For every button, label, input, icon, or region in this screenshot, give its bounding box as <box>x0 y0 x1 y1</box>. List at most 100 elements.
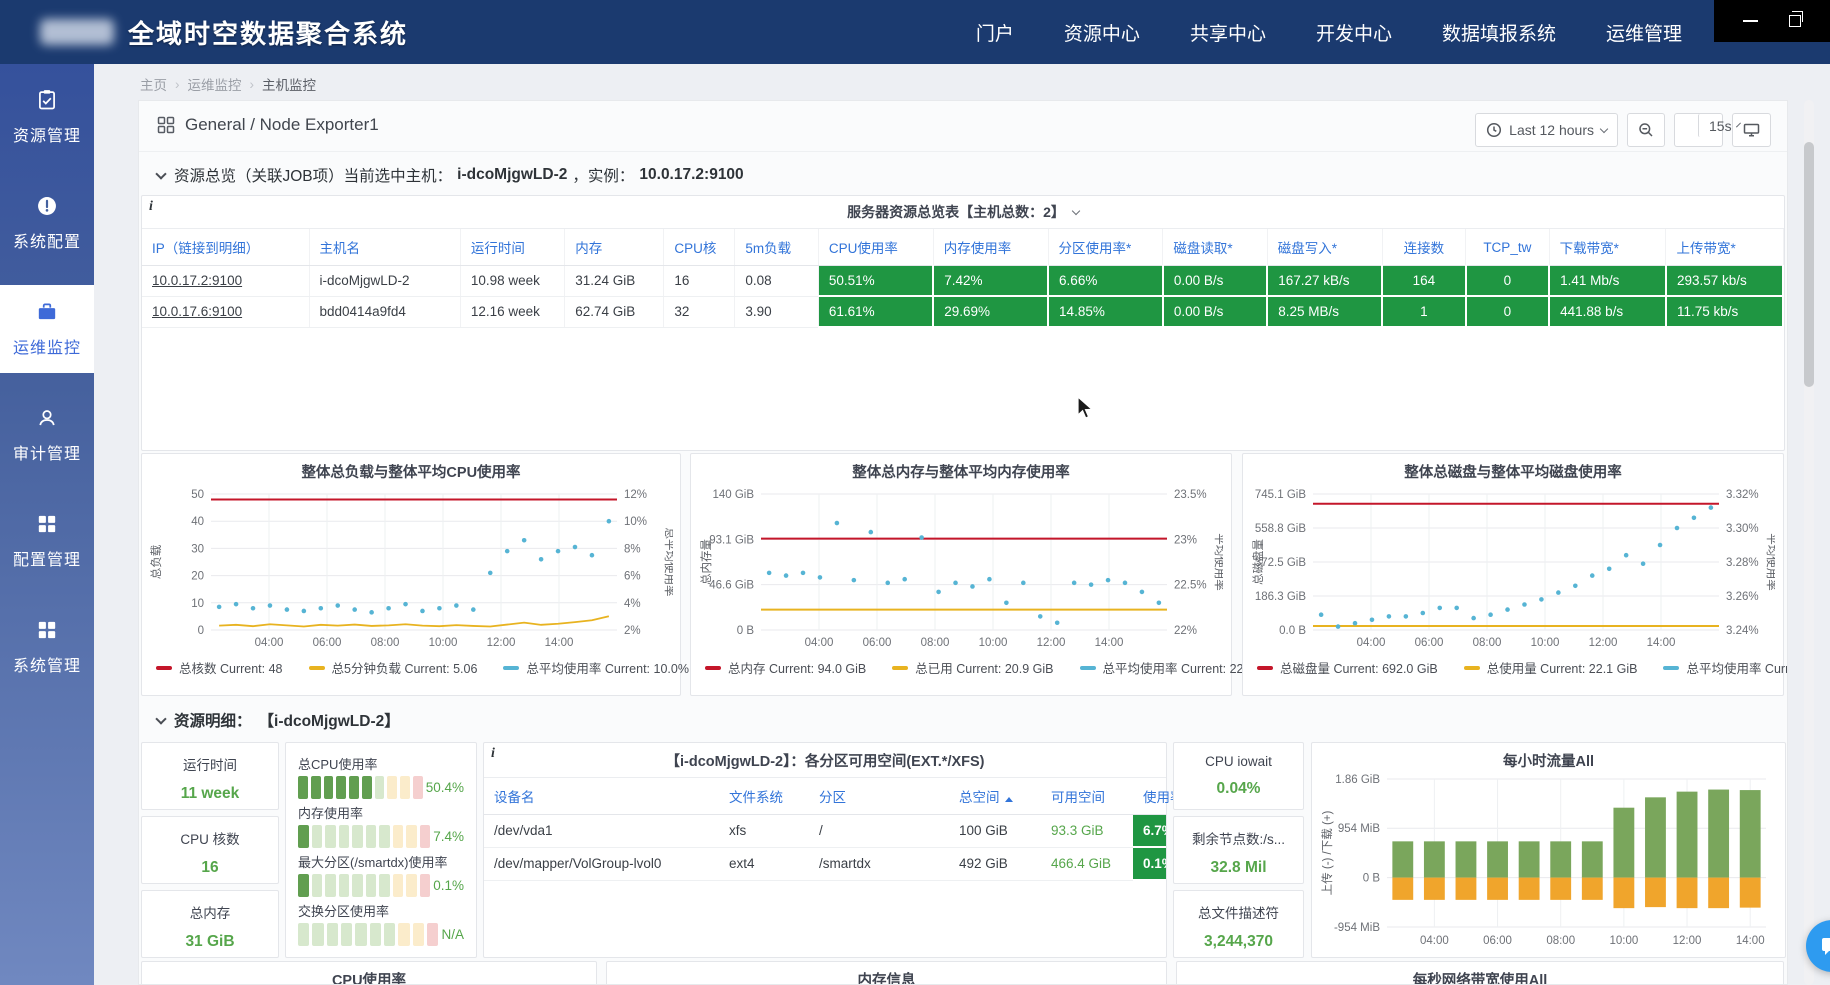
scrollbar[interactable] <box>1804 100 1814 985</box>
server-table-header[interactable]: 主机名 <box>309 229 460 266</box>
svg-text:06:00: 06:00 <box>1415 637 1444 649</box>
chevron-down-icon[interactable] <box>1072 207 1080 215</box>
minimize-icon[interactable] <box>1743 20 1758 22</box>
gauge-label: 交换分区使用率 <box>298 901 464 920</box>
sidebar-item-0[interactable]: 资源管理 <box>0 64 94 170</box>
sidebar-item-5[interactable]: 系统管理 <box>0 594 94 700</box>
server-table-header[interactable]: 运行时间 <box>460 229 564 266</box>
server-table-header[interactable]: 内存 <box>565 229 664 266</box>
nav-item-share-center[interactable]: 共享中心 <box>1190 19 1266 46</box>
sort-asc-icon <box>1005 797 1013 802</box>
sidebar-item-3[interactable]: 审计管理 <box>0 382 94 488</box>
nav-item-data-report[interactable]: 数据填报系统 <box>1442 19 1556 46</box>
collapse-chevron-icon <box>155 168 166 179</box>
gauge-segment <box>370 923 381 946</box>
cpu-load-chart[interactable]: 010203040502%4%6%8%10%12%04:0006:0008:00… <box>149 484 673 656</box>
hourly-traffic-chart[interactable]: -954 MiB0 B954 MiB1.86 GiB04:0006:0008:0… <box>1319 771 1778 953</box>
table-cell: 11.75 kb/s <box>1666 296 1783 327</box>
disk-chart[interactable]: 0.0 B186.3 GiB372.5 GiB558.8 GiB745.1 Gi… <box>1251 484 1775 656</box>
display-mode-button[interactable] <box>1732 113 1771 147</box>
sidebar-item-1[interactable]: 系统配置 <box>0 170 94 276</box>
scrollbar-thumb[interactable] <box>1804 142 1814 387</box>
legend-label: 总5分钟负载 Current: 5.06 <box>332 658 478 677</box>
time-range-picker[interactable]: Last 12 hours <box>1475 113 1618 147</box>
sidebar-item-label: 系统管理 <box>13 652 81 676</box>
server-table-header[interactable]: 上传带宽* <box>1666 229 1783 266</box>
server-table-row: 10.0.17.6:9100bdd0414a9fd412.16 week62.7… <box>142 296 1783 327</box>
server-table-header[interactable]: 分区使用率* <box>1048 229 1163 266</box>
gauge-segment <box>413 923 424 946</box>
server-table-header[interactable]: 磁盘写入* <box>1267 229 1382 266</box>
detail-section-header[interactable]: 资源明细： 【i-dcoMjgwLD-2】 <box>139 697 400 731</box>
server-table-header[interactable]: CPU使用率 <box>818 229 933 266</box>
partition-table-header[interactable]: 分区 <box>809 778 949 815</box>
server-table-header[interactable]: 连接数 <box>1382 229 1466 266</box>
svg-text:22.5%: 22.5% <box>1174 580 1207 592</box>
legend-item[interactable]: 总已用 Current: 20.9 GiB <box>892 658 1053 677</box>
partition-table-header[interactable]: 设备名 <box>484 778 719 815</box>
gauge-value: 50.4% <box>426 780 464 795</box>
legend-item[interactable]: 总磁盘量 Current: 692.0 GiB <box>1257 658 1438 677</box>
partition-table-header[interactable]: 总空间 <box>949 778 1041 815</box>
server-table-header[interactable]: TCP_tw <box>1466 229 1550 266</box>
panel-title: 内存信息 <box>607 962 1166 985</box>
server-table-header[interactable]: CPU核 <box>664 229 735 266</box>
bar-gauge: 内存使用率7.4% <box>298 803 464 848</box>
server-table-header[interactable]: IP（链接到明细） <box>142 229 309 266</box>
ip-link[interactable]: 10.0.17.6:9100 <box>142 296 309 327</box>
legend-item[interactable]: 总5分钟负载 Current: 5.06 <box>309 658 478 677</box>
gauge-segment <box>406 874 417 897</box>
sidebar-item-4[interactable]: 配置管理 <box>0 488 94 594</box>
table-cell: 0.00 B/s <box>1163 296 1267 327</box>
restore-icon[interactable] <box>1789 15 1801 27</box>
monitor-icon <box>1743 122 1760 138</box>
info-icon[interactable]: i <box>491 746 495 762</box>
svg-text:10:00: 10:00 <box>1531 637 1560 649</box>
svg-text:22%: 22% <box>1174 625 1197 637</box>
legend-item[interactable]: 总内存 Current: 94.0 GiB <box>705 658 866 677</box>
refresh-button[interactable] <box>1675 114 1695 137</box>
server-table-header[interactable]: 内存使用率 <box>933 229 1048 266</box>
ip-link[interactable]: 10.0.17.2:9100 <box>142 266 309 297</box>
svg-text:3.28%: 3.28% <box>1726 557 1759 569</box>
partition-table-header[interactable]: 使用率 <box>1133 778 1166 815</box>
gauge-segment <box>398 923 409 946</box>
nav-item-dev-center[interactable]: 开发中心 <box>1316 19 1392 46</box>
legend-label: 总内存 Current: 94.0 GiB <box>728 658 866 677</box>
refresh-interval-select[interactable]: 15s <box>1698 114 1719 137</box>
svg-text:08:00: 08:00 <box>371 637 400 649</box>
svg-text:08:00: 08:00 <box>1546 935 1575 947</box>
svg-text:140 GiB: 140 GiB <box>712 489 754 501</box>
svg-text:0 B: 0 B <box>1363 873 1381 885</box>
table-cell: 441.88 b/s <box>1549 296 1666 327</box>
server-table-header[interactable]: 5m负载 <box>735 229 819 266</box>
nav-item-portal[interactable]: 门户 <box>976 19 1014 46</box>
legend-item[interactable]: 总平均使用率 Current: 22.3% <box>1080 658 1266 677</box>
nav-item-ops-manage[interactable]: 运维管理 <box>1606 19 1682 46</box>
table-cell: /dev/mapper/VolGroup-lvol0 <box>484 847 719 880</box>
server-table-panel: i 服务器资源总览表【主机总数：2】 IP（链接到明细）主机名运行时间内存CPU… <box>141 195 1785 451</box>
nav-item-resource-center[interactable]: 资源中心 <box>1064 19 1140 46</box>
legend-item[interactable]: 总平均使用率 Current: 10.0% <box>503 658 689 677</box>
zoom-out-button[interactable] <box>1627 113 1665 147</box>
overview-section-header[interactable]: 资源总览（关联JOB项）当前选中主机： i-dcoMjgwLD-2 ，实例： 1… <box>139 152 1787 186</box>
legend-item[interactable]: 总核数 Current: 48 <box>156 658 283 677</box>
table-cell: 167.27 kB/s <box>1267 266 1382 297</box>
partition-table-header[interactable]: 文件系统 <box>719 778 809 815</box>
overview-middle: ，实例： <box>572 164 634 186</box>
server-table-header[interactable]: 磁盘读取* <box>1163 229 1267 266</box>
server-table-header[interactable]: 下载带宽* <box>1549 229 1666 266</box>
partition-table-header[interactable]: 可用空间 <box>1041 778 1133 815</box>
legend-item[interactable]: 总平均使用率 Current: 3.3% <box>1663 658 1788 677</box>
legend-item[interactable]: 总使用量 Current: 22.1 GiB <box>1464 658 1638 677</box>
table-cell: 61.61% <box>818 296 933 327</box>
gauge-panel: 总CPU使用率50.4%内存使用率7.4%最大分区(/smartdx)使用率0.… <box>285 742 477 958</box>
sidebar-item-2[interactable]: 运维监控 <box>0 285 94 373</box>
table-cell: bdd0414a9fd4 <box>309 296 460 327</box>
breadcrumb-ops-monitor[interactable]: 运维监控 <box>188 74 242 94</box>
memory-chart[interactable]: 0 B46.6 GiB93.1 GiB140 GiB22%22.5%23%23.… <box>699 484 1223 656</box>
top-navbar: 全域时空数据聚合系统 门户 资源中心 共享中心 开发中心 数据填报系统 运维管理 <box>0 0 1830 64</box>
svg-text:30: 30 <box>191 543 204 555</box>
breadcrumb-home[interactable]: 主页 <box>140 74 167 94</box>
dashboard-card: General / Node Exporter1 Last 12 hours <box>138 100 1788 985</box>
